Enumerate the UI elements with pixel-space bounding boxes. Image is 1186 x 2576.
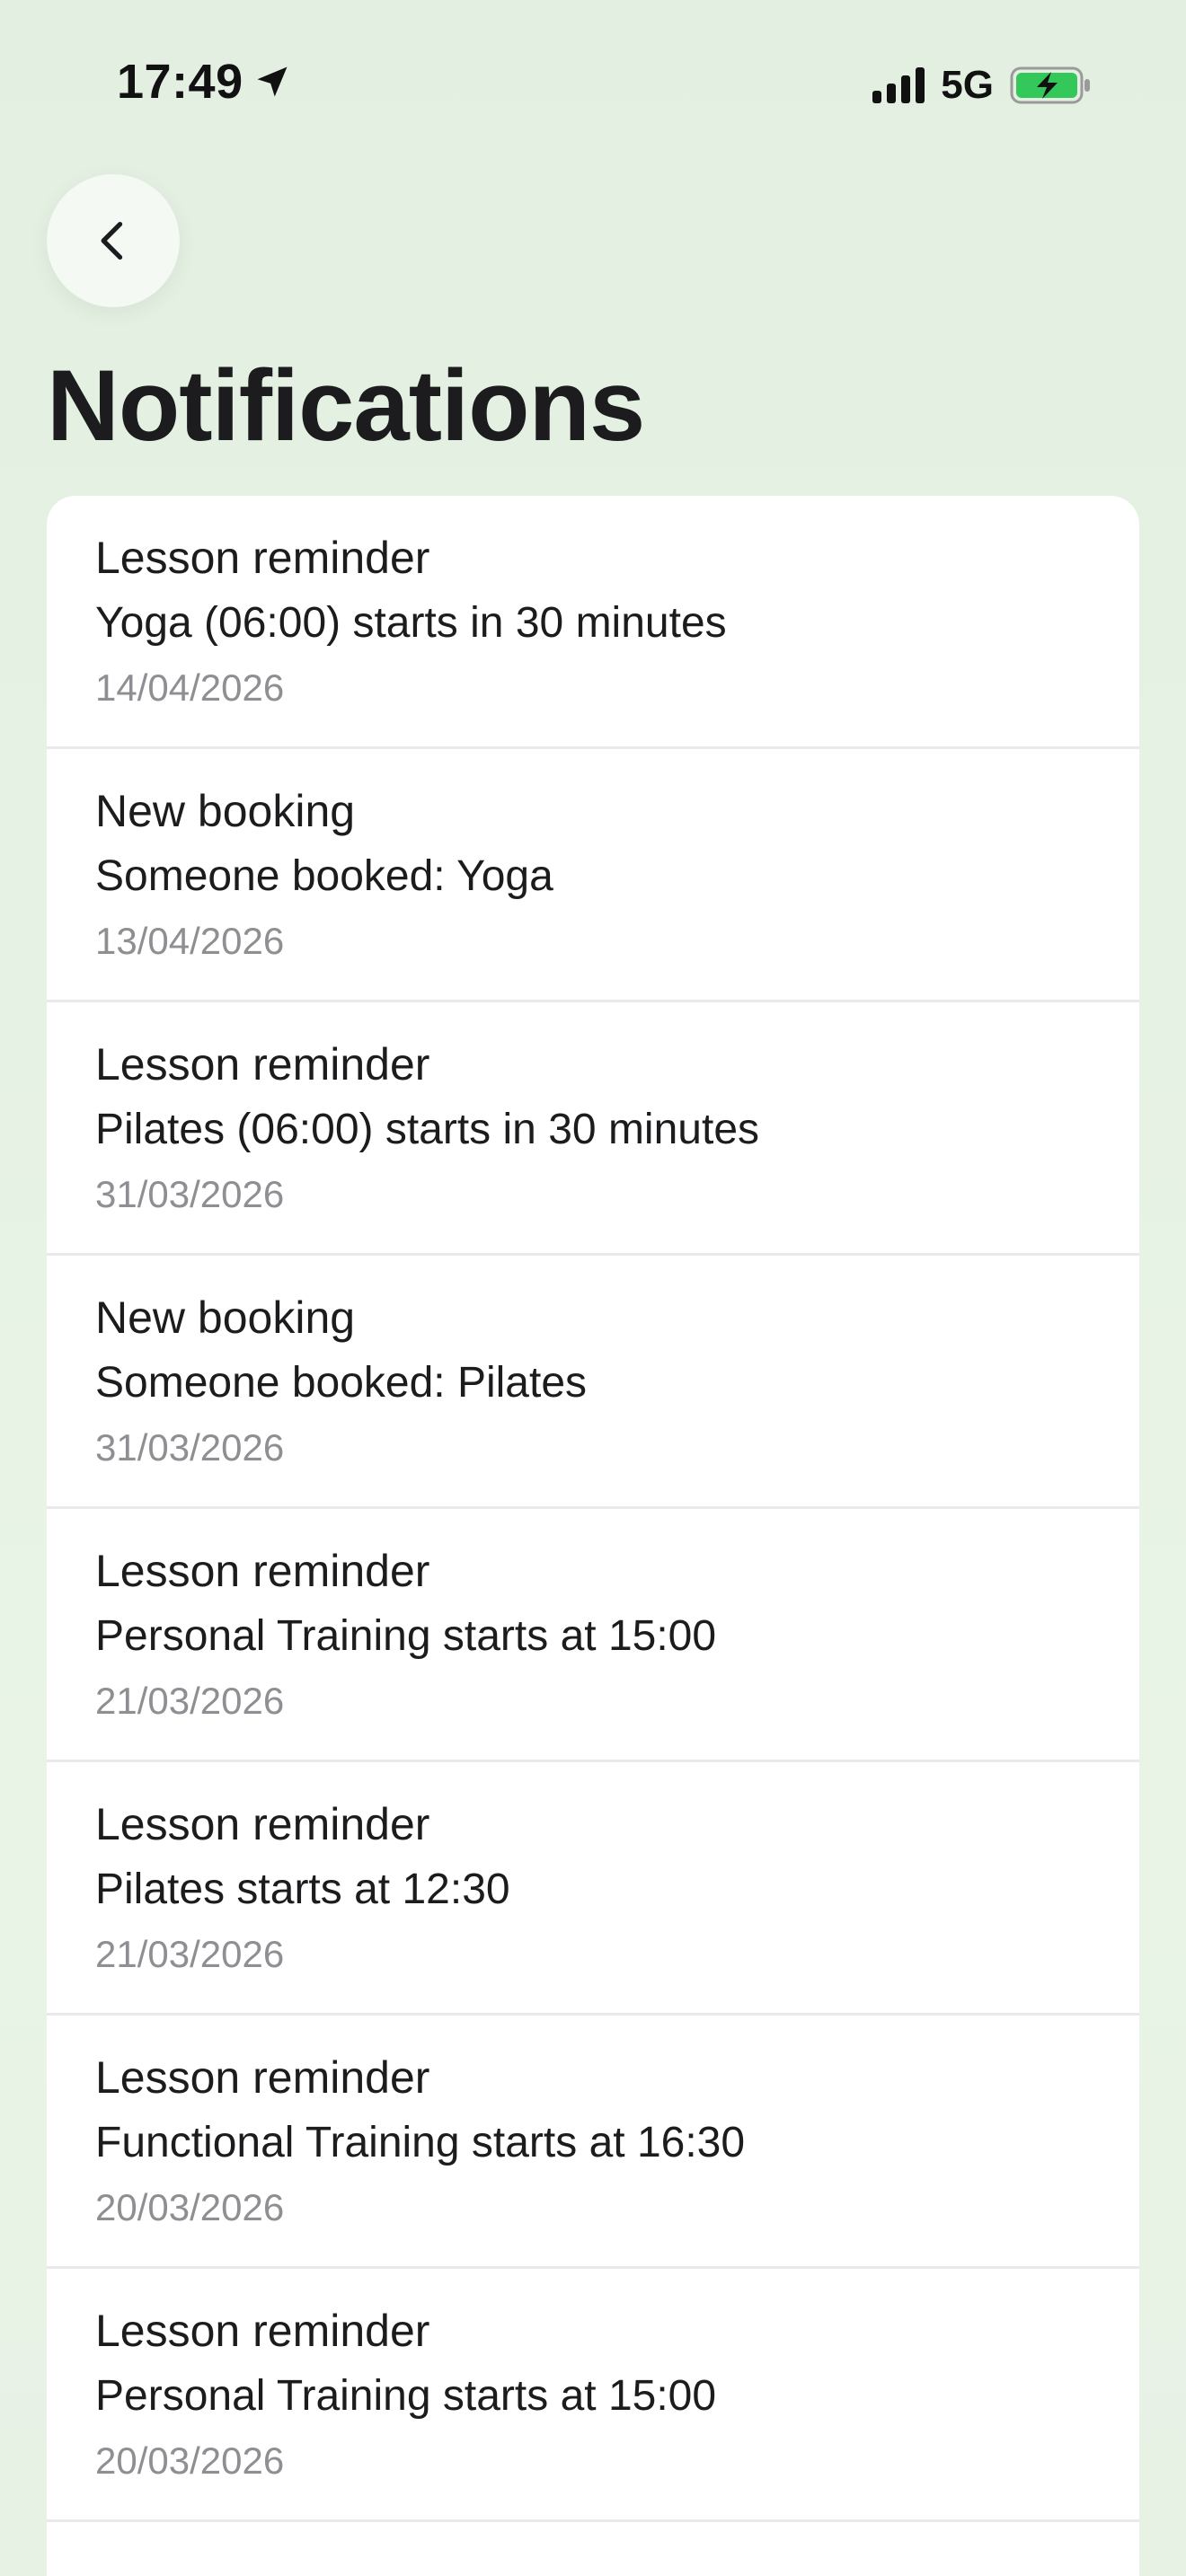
notification-date: 21/03/2026 [95, 1933, 285, 1975]
notification-item[interactable]: Lesson reminder Personal Training starts… [47, 1509, 1139, 1762]
back-button[interactable] [47, 174, 180, 307]
notification-item[interactable]: Lesson reminder Yoga (06:00) starts in 3… [47, 496, 1139, 749]
location-arrow-icon [257, 66, 288, 97]
notification-message: Personal Training starts at 15:00 [95, 1612, 717, 1660]
network-label: 5G [941, 63, 994, 107]
notification-item[interactable] [47, 2522, 1139, 2576]
status-time: 17:49 [117, 54, 292, 110]
notification-date: 21/03/2026 [95, 1680, 285, 1722]
notification-item[interactable]: Lesson reminder Pilates (06:00) starts i… [47, 1002, 1139, 1256]
notification-item[interactable]: New booking Someone booked: Yoga 13/04/2… [47, 749, 1139, 1002]
notification-title: New booking [95, 1292, 356, 1343]
notification-message: Pilates (06:00) starts in 30 minutes [95, 1106, 760, 1153]
notification-title: Lesson reminder [95, 1799, 430, 1849]
notification-list: Lesson reminder Yoga (06:00) starts in 3… [47, 496, 1139, 2576]
notification-title: New booking [95, 786, 356, 836]
notification-date: 20/03/2026 [95, 2186, 285, 2228]
page-title: Notifications [47, 349, 645, 462]
status-time-label: 17:49 [117, 55, 243, 109]
notification-date: 31/03/2026 [95, 1173, 285, 1215]
notification-title: Lesson reminder [95, 2306, 430, 2356]
status-bar: 17:49 5G [0, 0, 1186, 162]
chevron-left-icon [101, 221, 123, 260]
notification-message: Pilates starts at 12:30 [95, 1866, 510, 1913]
notification-message: Personal Training starts at 15:00 [95, 2372, 717, 2420]
notification-item[interactable]: Lesson reminder Pilates starts at 12:30 … [47, 1762, 1139, 2016]
notification-title: Lesson reminder [95, 2052, 430, 2103]
battery-charging-icon [1010, 66, 1090, 104]
notification-item[interactable]: Lesson reminder Personal Training starts… [47, 2269, 1139, 2522]
notification-message: Someone booked: Yoga [95, 852, 553, 900]
notification-message: Someone booked: Pilates [95, 1359, 588, 1407]
notification-title: Lesson reminder [95, 1546, 430, 1596]
notification-title: Lesson reminder [95, 1039, 430, 1090]
notification-title: Lesson reminder [95, 533, 430, 583]
notification-message: Yoga (06:00) starts in 30 minutes [95, 599, 727, 647]
notification-date: 20/03/2026 [95, 2439, 285, 2482]
notification-message: Functional Training starts at 16:30 [95, 2119, 746, 2166]
notification-item[interactable]: New booking Someone booked: Pilates 31/0… [47, 1256, 1139, 1509]
notification-date: 14/04/2026 [95, 666, 285, 709]
cellular-signal-icon [872, 67, 925, 103]
notification-date: 13/04/2026 [95, 920, 285, 962]
notification-item[interactable]: Lesson reminder Functional Training star… [47, 2016, 1139, 2269]
status-indicators: 5G [872, 63, 1093, 108]
notification-date: 31/03/2026 [95, 1426, 285, 1469]
